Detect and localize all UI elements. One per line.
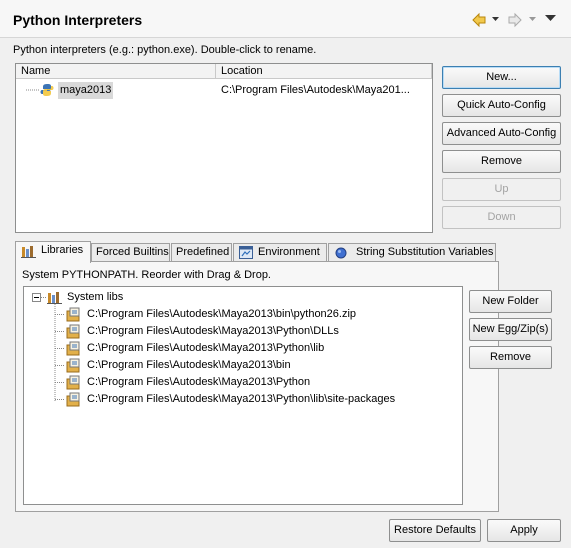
interpreters-hint: Python interpreters (e.g.: python.exe). …	[13, 44, 317, 56]
collapse-icon[interactable]	[32, 293, 41, 302]
tree-root-system-libs[interactable]: System libs	[24, 289, 462, 306]
python-icon	[40, 84, 54, 96]
tree-connector-icon	[55, 399, 65, 400]
libraries-icon	[21, 246, 36, 258]
interpreter-name: maya2013	[58, 82, 114, 99]
dropdown-arrow-icon[interactable]	[492, 17, 499, 22]
environment-icon	[239, 246, 253, 259]
tree-connector-icon	[55, 314, 65, 315]
column-header-name[interactable]: Name	[16, 64, 216, 79]
tree-connector-icon	[26, 89, 39, 91]
new-egg-zip-button[interactable]: New Egg/Zip(s)	[469, 318, 552, 341]
page-title: Python Interpreters	[13, 12, 143, 28]
tab-string-substitution-variables[interactable]: String Substitution Variables	[328, 243, 496, 262]
up-button[interactable]: Up	[442, 178, 561, 201]
libraries-hint: System PYTHONPATH. Reorder with Drag & D…	[22, 269, 271, 281]
tab-libraries[interactable]: Libraries	[15, 241, 91, 263]
down-button[interactable]: Down	[442, 206, 561, 229]
library-folder-icon	[66, 324, 80, 339]
apply-button[interactable]: Apply	[487, 519, 561, 542]
variable-icon	[335, 247, 347, 259]
interpreters-table[interactable]: Name Location maya2013 C:\Program Files\…	[15, 63, 433, 233]
tree-item-path[interactable]: C:\Program Files\Autodesk\Maya2013\bin\p…	[24, 306, 462, 323]
restore-defaults-button[interactable]: Restore Defaults	[389, 519, 481, 542]
tree-item-path[interactable]: C:\Program Files\Autodesk\Maya2013\Pytho…	[24, 374, 462, 391]
remove-interpreter-button[interactable]: Remove	[442, 150, 561, 173]
tree-connector-icon	[55, 348, 65, 349]
libraries-icon	[47, 292, 62, 304]
library-folder-icon	[66, 341, 80, 356]
system-libs-tree[interactable]: System libs C:\Program Files\Autodesk\Ma…	[23, 286, 463, 505]
tab-forced-builtins[interactable]: Forced Builtins	[91, 243, 170, 262]
new-folder-button[interactable]: New Folder	[469, 290, 552, 313]
interpreter-location: C:\Program Files\Autodesk\Maya201...	[221, 84, 410, 96]
library-folder-icon	[66, 392, 80, 407]
tree-item-path[interactable]: C:\Program Files\Autodesk\Maya2013\Pytho…	[24, 340, 462, 357]
forward-arrow-icon[interactable]	[507, 12, 523, 28]
library-folder-icon	[66, 307, 80, 322]
tree-root-label: System libs	[67, 291, 124, 303]
back-arrow-icon[interactable]	[471, 12, 487, 28]
dropdown-arrow-icon[interactable]	[529, 17, 536, 22]
tree-connector-icon	[55, 365, 65, 366]
tree-item-path[interactable]: C:\Program Files\Autodesk\Maya2013\bin	[24, 357, 462, 374]
tree-connector-icon	[55, 331, 65, 332]
tree-item-path[interactable]: C:\Program Files\Autodesk\Maya2013\Pytho…	[24, 323, 462, 340]
advanced-auto-config-button[interactable]: Advanced Auto-Config	[442, 122, 561, 145]
quick-auto-config-button[interactable]: Quick Auto-Config	[442, 94, 561, 117]
library-folder-icon	[66, 375, 80, 390]
view-menu-icon[interactable]	[545, 15, 556, 22]
tab-predefined[interactable]: Predefined	[171, 243, 232, 262]
tab-environment[interactable]: Environment	[233, 243, 327, 262]
library-folder-icon	[66, 358, 80, 373]
column-header-location[interactable]: Location	[216, 64, 432, 79]
table-row[interactable]: maya2013 C:\Program Files\Autodesk\Maya2…	[16, 82, 432, 99]
tree-connector-icon	[55, 382, 65, 383]
tree-item-path[interactable]: C:\Program Files\Autodesk\Maya2013\Pytho…	[24, 391, 462, 408]
new-interpreter-button[interactable]: New...	[442, 66, 561, 89]
remove-library-button[interactable]: Remove	[469, 346, 552, 369]
